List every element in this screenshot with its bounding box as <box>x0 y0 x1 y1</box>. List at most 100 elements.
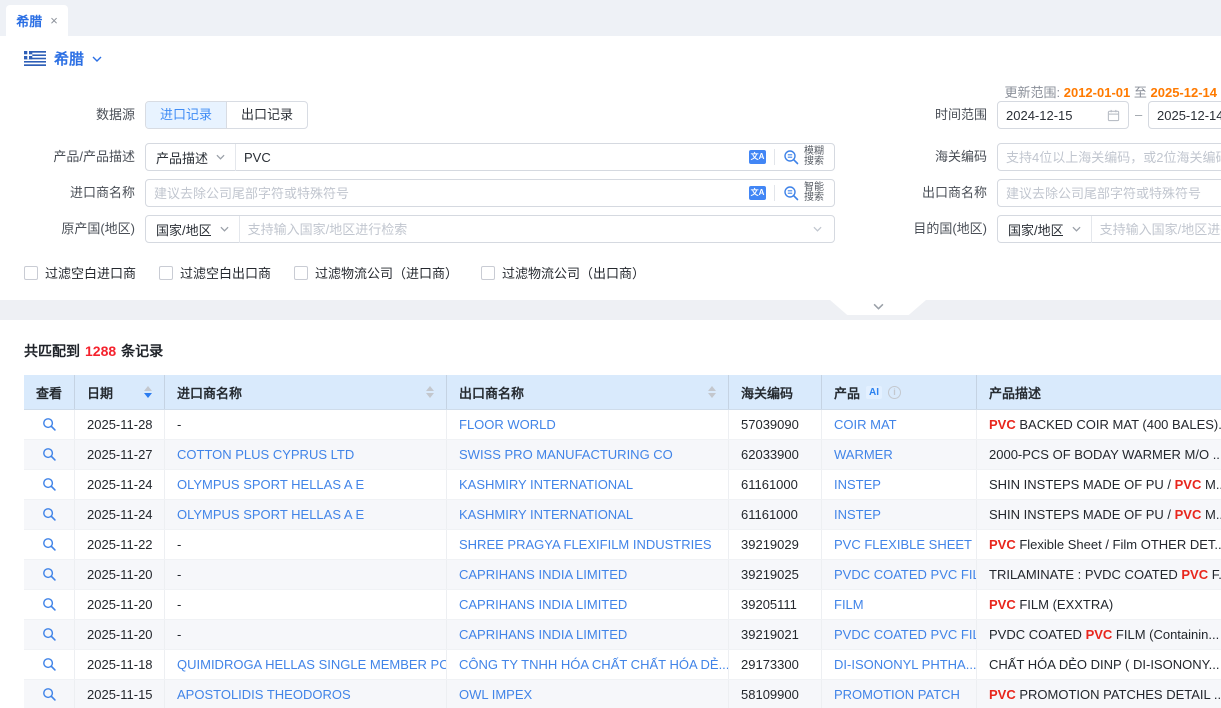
exporter-input[interactable] <box>998 180 1221 206</box>
smart-search-button[interactable]: 智能 搜索 <box>783 183 824 203</box>
hs-code-input[interactable] <box>998 144 1221 170</box>
importer-link[interactable]: COTTON PLUS CYPRUS LTD <box>177 447 354 462</box>
exporter-label: 出口商名称 <box>852 179 987 207</box>
time-range-start[interactable]: 2024-12-15 <box>997 101 1129 129</box>
summary-suffix: 条记录 <box>121 343 163 359</box>
product-link[interactable]: COIR MAT <box>834 417 897 432</box>
chevron-down-icon[interactable] <box>813 226 822 232</box>
exporter-link[interactable]: CAPRIHANS INDIA LIMITED <box>459 567 627 582</box>
checkbox-icon[interactable] <box>294 266 308 280</box>
close-icon[interactable]: × <box>50 14 58 27</box>
checkbox-icon[interactable] <box>24 266 38 280</box>
view-magnifier-icon <box>42 417 57 432</box>
translate-icon[interactable]: 文A <box>749 186 766 200</box>
column-header-importer[interactable]: 进口商名称 <box>165 375 447 409</box>
update-range-to: 2025-12-14 <box>1151 85 1218 100</box>
checkbox-filter-blank-exporter[interactable]: 过滤空白出口商 <box>159 263 271 282</box>
product-link[interactable]: PROMOTION PATCH <box>834 687 960 702</box>
column-header-exporter[interactable]: 出口商名称 <box>447 375 729 409</box>
results-summary: 共匹配到1288条记录 <box>24 341 163 361</box>
checkbox-filter-logistics-importer[interactable]: 过滤物流公司（进口商） <box>294 263 458 282</box>
importer-input[interactable] <box>146 180 745 206</box>
column-header-date[interactable]: 日期 <box>75 375 165 409</box>
sort-control[interactable] <box>140 386 152 398</box>
importer-link[interactable]: APOSTOLIDIS THEODOROS <box>177 687 351 702</box>
product-cell: COIR MAT <box>822 410 977 439</box>
export-records-button[interactable]: 出口记录 <box>227 102 307 128</box>
product-link[interactable]: INSTEP <box>834 477 881 492</box>
importer-link[interactable]: OLYMPUS SPORT HELLAS A E <box>177 477 364 492</box>
exporter-cell: SWISS PRO MANUFACTURING CO <box>447 440 729 469</box>
highlighted-term: PVC <box>1175 477 1202 492</box>
exporter-link[interactable]: KASHMIRY INTERNATIONAL <box>459 507 633 522</box>
description-text: PROMOTION PATCHES DETAIL ... <box>1016 687 1221 702</box>
exporter-link[interactable]: CÔNG TY TNHH HÓA CHẤT CHẤT HÓA DẺ... <box>459 657 729 672</box>
view-record-button[interactable] <box>42 687 57 702</box>
view-record-button[interactable] <box>42 537 57 552</box>
time-range-end[interactable]: 2025-12-14 <box>1148 101 1221 129</box>
collapse-panel-button[interactable] <box>830 300 926 315</box>
tab-greece[interactable]: 希腊 × <box>6 5 68 36</box>
view-record-button[interactable] <box>42 597 57 612</box>
import-records-button[interactable]: 进口记录 <box>146 102 227 128</box>
checkbox-filter-blank-importer[interactable]: 过滤空白进口商 <box>24 263 136 282</box>
results-table: 查看日期进口商名称出口商名称海关编码产品AIi产品描述 2025-11-28-F… <box>24 375 1221 708</box>
product-search-control: 产品描述 文A 模糊 搜索 <box>145 143 835 171</box>
product-link[interactable]: PVC FLEXIBLE SHEET F... <box>834 537 977 552</box>
view-magnifier-icon <box>42 627 57 642</box>
importer-empty: - <box>177 567 181 582</box>
view-magnifier-icon <box>42 657 57 672</box>
sort-control[interactable] <box>704 386 716 398</box>
product-select-value: 产品描述 <box>156 148 208 167</box>
product-field-select[interactable]: 产品描述 <box>146 144 235 170</box>
product-link[interactable]: PVDC COATED PVC FIL... <box>834 627 977 642</box>
sort-control[interactable] <box>422 386 434 398</box>
origin-input[interactable] <box>240 216 813 242</box>
column-header-product: 产品AIi <box>822 375 977 409</box>
checkbox-filter-logistics-exporter[interactable]: 过滤物流公司（出口商） <box>481 263 645 282</box>
checkbox-icon[interactable] <box>159 266 173 280</box>
exporter-link[interactable]: KASHMIRY INTERNATIONAL <box>459 477 633 492</box>
exporter-link[interactable]: OWL IMPEX <box>459 687 532 702</box>
view-record-button[interactable] <box>42 477 57 492</box>
product-link[interactable]: PVDC COATED PVC FIL... <box>834 567 977 582</box>
product-link[interactable]: INSTEP <box>834 507 881 522</box>
column-label: 进口商名称 <box>177 383 242 402</box>
product-link[interactable]: FILM <box>834 597 864 612</box>
importer-cell: OLYMPUS SPORT HELLAS A E <box>165 500 447 529</box>
description-text: M... <box>1201 507 1221 522</box>
hs-code-cell: 39219029 <box>729 530 822 559</box>
origin-type-select[interactable]: 国家/地区 <box>146 216 239 242</box>
view-record-button[interactable] <box>42 567 57 582</box>
exporter-link[interactable]: SWISS PRO MANUFACTURING CO <box>459 447 673 462</box>
exporter-link[interactable]: FLOOR WORLD <box>459 417 556 432</box>
info-icon[interactable]: i <box>888 386 901 399</box>
destination-input[interactable] <box>1092 216 1221 242</box>
view-record-button[interactable] <box>42 417 57 432</box>
exporter-link[interactable]: SHREE PRAGYA FLEXIFILM INDUSTRIES <box>459 537 712 552</box>
exporter-link[interactable]: CAPRIHANS INDIA LIMITED <box>459 627 627 642</box>
product-link[interactable]: DI-ISONONYL PHTHA... <box>834 657 977 672</box>
product-input[interactable] <box>236 144 745 170</box>
checkbox-icon[interactable] <box>481 266 495 280</box>
view-record-button[interactable] <box>42 627 57 642</box>
importer-link[interactable]: QUIMIDROGA HELLAS SINGLE MEMBER PC <box>177 657 447 672</box>
view-record-button[interactable] <box>42 507 57 522</box>
translate-icon[interactable]: 文A <box>749 150 766 164</box>
hs-code-cell: 62033900 <box>729 440 822 469</box>
destination-type-select[interactable]: 国家/地区 <box>998 216 1091 242</box>
view-magnifier-icon <box>42 447 57 462</box>
column-header-hs-code: 海关编码 <box>729 375 822 409</box>
view-cell <box>24 680 75 708</box>
caret-down-icon <box>144 393 152 398</box>
highlighted-term: PVC <box>1181 567 1208 582</box>
column-label: 产品描述 <box>989 383 1041 402</box>
view-record-button[interactable] <box>42 447 57 462</box>
product-link[interactable]: WARMER <box>834 447 893 462</box>
exporter-link[interactable]: CAPRIHANS INDIA LIMITED <box>459 597 627 612</box>
view-record-button[interactable] <box>42 657 57 672</box>
country-selector[interactable]: 希腊 <box>24 48 102 69</box>
fuzzy-search-button[interactable]: 模糊 搜索 <box>783 147 824 167</box>
importer-link[interactable]: OLYMPUS SPORT HELLAS A E <box>177 507 364 522</box>
calendar-icon <box>1107 109 1120 122</box>
